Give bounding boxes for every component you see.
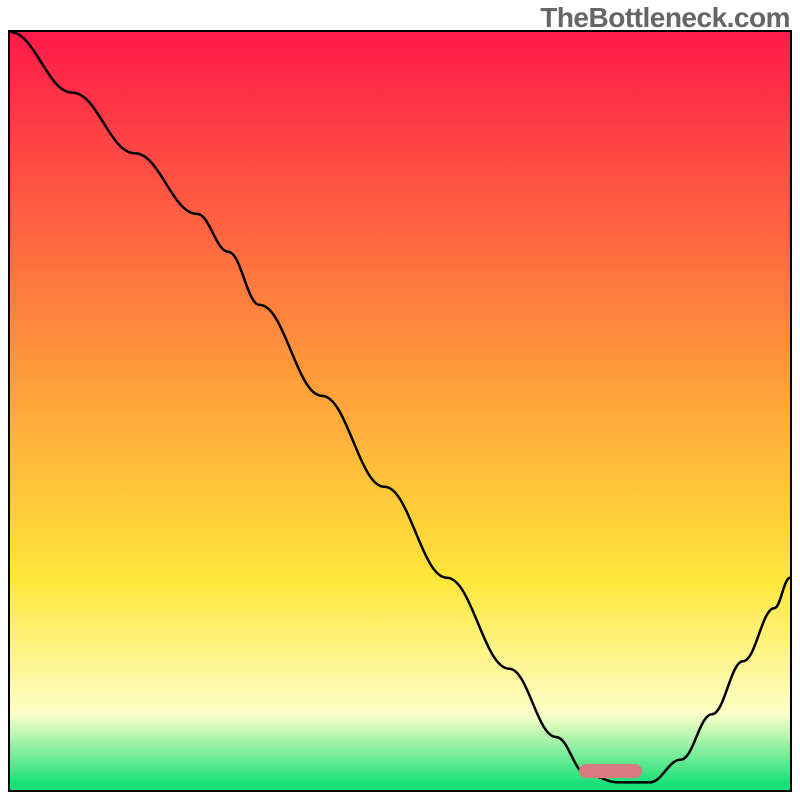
optimal-marker — [579, 764, 641, 778]
bottleneck-chart — [10, 32, 790, 790]
gradient-background — [10, 32, 790, 790]
